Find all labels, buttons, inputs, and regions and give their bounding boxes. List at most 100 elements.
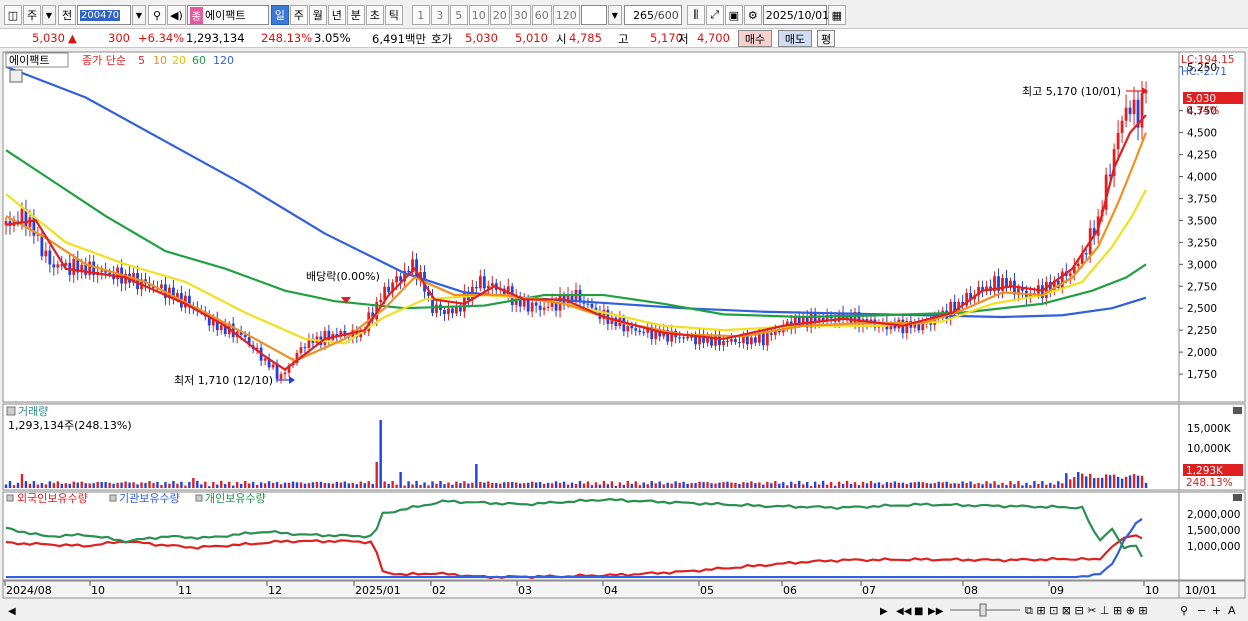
volume-bar	[833, 485, 837, 488]
price-tick-label: 2,250	[1187, 325, 1217, 337]
volume-bar	[961, 481, 964, 488]
prev-button[interactable]: 전	[58, 5, 76, 25]
price-tick-label: 2,000	[1187, 347, 1217, 359]
chart-type-icon[interactable]	[9, 69, 23, 83]
volume-value-label: 1,293,134주(248.13%)	[8, 419, 132, 432]
gear-icon[interactable]: ⚙	[743, 5, 762, 25]
volume-bar	[574, 483, 578, 488]
buy-button[interactable]: 매수	[738, 30, 772, 47]
volume-panel	[2, 403, 1180, 491]
volume-bar	[758, 482, 761, 488]
interval-60[interactable]: 60	[531, 5, 552, 25]
volume-bar	[642, 482, 645, 488]
volume-bar	[60, 483, 64, 488]
scroll-first-icon[interactable]: ◀◀	[896, 606, 912, 617]
candle-type-icon[interactable]: ⫼	[686, 5, 705, 25]
tab-weekly[interactable]: 주	[289, 5, 308, 25]
volume-bar	[1057, 481, 1060, 488]
draw-tools-icon[interactable]: ⤢	[705, 5, 724, 25]
holdings-legend-icon	[6, 494, 14, 502]
zoom-in-icon[interactable]: +	[1212, 604, 1221, 617]
window-icon[interactable]: ◫	[4, 5, 22, 25]
volume-bar	[989, 483, 992, 488]
volume-bar	[821, 480, 825, 488]
period-type-select[interactable]: 주	[23, 5, 41, 25]
volume-bar	[156, 481, 159, 488]
eval-button[interactable]: 평	[817, 30, 835, 47]
volume-bar	[853, 482, 857, 488]
volume-bar	[1077, 472, 1080, 488]
scroll-last-icon[interactable]: ▶▶	[928, 606, 944, 617]
volume-bar	[738, 484, 741, 488]
candle-body	[538, 305, 542, 310]
volume-bar	[403, 485, 406, 488]
count-input[interactable]: 265/600	[623, 5, 682, 25]
interval-10[interactable]: 10	[468, 5, 489, 25]
volume-bar	[487, 481, 490, 488]
zoom-slider-handle[interactable]	[979, 603, 987, 617]
volume-bar	[152, 483, 155, 488]
stop-icon[interactable]: ■	[914, 606, 923, 617]
scroll-right-icon[interactable]: ▶	[880, 606, 888, 617]
interval-dropdown-icon[interactable]: ▼	[607, 5, 622, 25]
auto-scale-icon[interactable]: A	[1228, 604, 1236, 617]
x-axis-label: 04	[604, 584, 618, 597]
speaker-icon[interactable]: ◀)	[167, 5, 186, 25]
tab-minute[interactable]: 분	[346, 5, 365, 25]
volume-bar	[1061, 483, 1064, 488]
volume-bar	[128, 482, 131, 488]
search-icon[interactable]: ⚲	[148, 5, 166, 25]
date-input[interactable]: 2025/10/01	[762, 5, 829, 25]
interval-3[interactable]: 3	[430, 5, 449, 25]
volume-bar	[530, 481, 534, 488]
volume-bar	[945, 481, 948, 488]
toggle-icons[interactable]: ⧉ ⊞ ⊡ ⊠ ⊟ ✂ ⊥ ⊞ ⊕ ⊞	[1025, 604, 1148, 617]
interval-5[interactable]: 5	[449, 5, 468, 25]
zoom-search-icon[interactable]: ⚲	[1180, 604, 1188, 617]
candle-body	[534, 302, 538, 306]
stock-name-field[interactable]: 종 에이팩트	[186, 5, 269, 25]
sell-button[interactable]: 매도	[778, 30, 812, 47]
interval-1[interactable]: 1	[411, 5, 430, 25]
tab-second[interactable]: 초	[365, 5, 384, 25]
stock-chart[interactable]: 15,000K10,000K5,000K 2,000,0001,500,0001…	[0, 50, 1248, 621]
price-change-pct: +6.34%	[138, 31, 185, 45]
volume-bar	[339, 482, 343, 488]
save-icon[interactable]: ▣	[724, 5, 743, 25]
holdings-panel-close-icon[interactable]	[1233, 494, 1242, 501]
volume-bar	[1001, 482, 1004, 488]
volume-bar	[419, 484, 422, 488]
interval-custom-input[interactable]	[580, 5, 607, 25]
candle-body	[283, 372, 287, 375]
code-dropdown-icon[interactable]: ▼	[132, 5, 146, 25]
volume-bar	[881, 484, 885, 488]
volume-current-label: 1,293K	[1186, 465, 1224, 477]
tab-daily[interactable]: 일	[270, 5, 289, 25]
volume-panel-close-icon[interactable]	[1233, 407, 1242, 414]
zoom-out-icon[interactable]: −	[1197, 604, 1206, 617]
volume-bar	[598, 484, 602, 488]
volume-panel-icon[interactable]	[6, 406, 16, 416]
turnover-pct: 3.05%	[314, 31, 351, 45]
tab-tick[interactable]: 틱	[384, 5, 403, 25]
stock-code-input[interactable]: 200470	[77, 5, 131, 25]
interval-120[interactable]: 120	[552, 5, 580, 25]
scroll-left-icon[interactable]: ◀	[8, 606, 16, 617]
volume-bar	[511, 482, 514, 488]
interval-30[interactable]: 30	[510, 5, 531, 25]
volume-bar	[849, 483, 853, 488]
hoga-ask: 5,030	[465, 31, 498, 45]
tab-yearly[interactable]: 년	[327, 5, 346, 25]
candle-body	[56, 264, 60, 268]
volume-bar	[534, 482, 538, 488]
volume-bar	[778, 483, 781, 488]
volume-bar	[136, 484, 139, 488]
volume-bar	[770, 483, 773, 488]
volume-bar	[678, 482, 681, 488]
chevron-down-icon[interactable]: ▼	[42, 5, 56, 25]
candle-body	[459, 307, 462, 312]
price-panel	[2, 51, 1180, 403]
calendar-icon[interactable]: ▦	[827, 5, 846, 25]
interval-20[interactable]: 20	[489, 5, 510, 25]
tab-monthly[interactable]: 월	[308, 5, 327, 25]
